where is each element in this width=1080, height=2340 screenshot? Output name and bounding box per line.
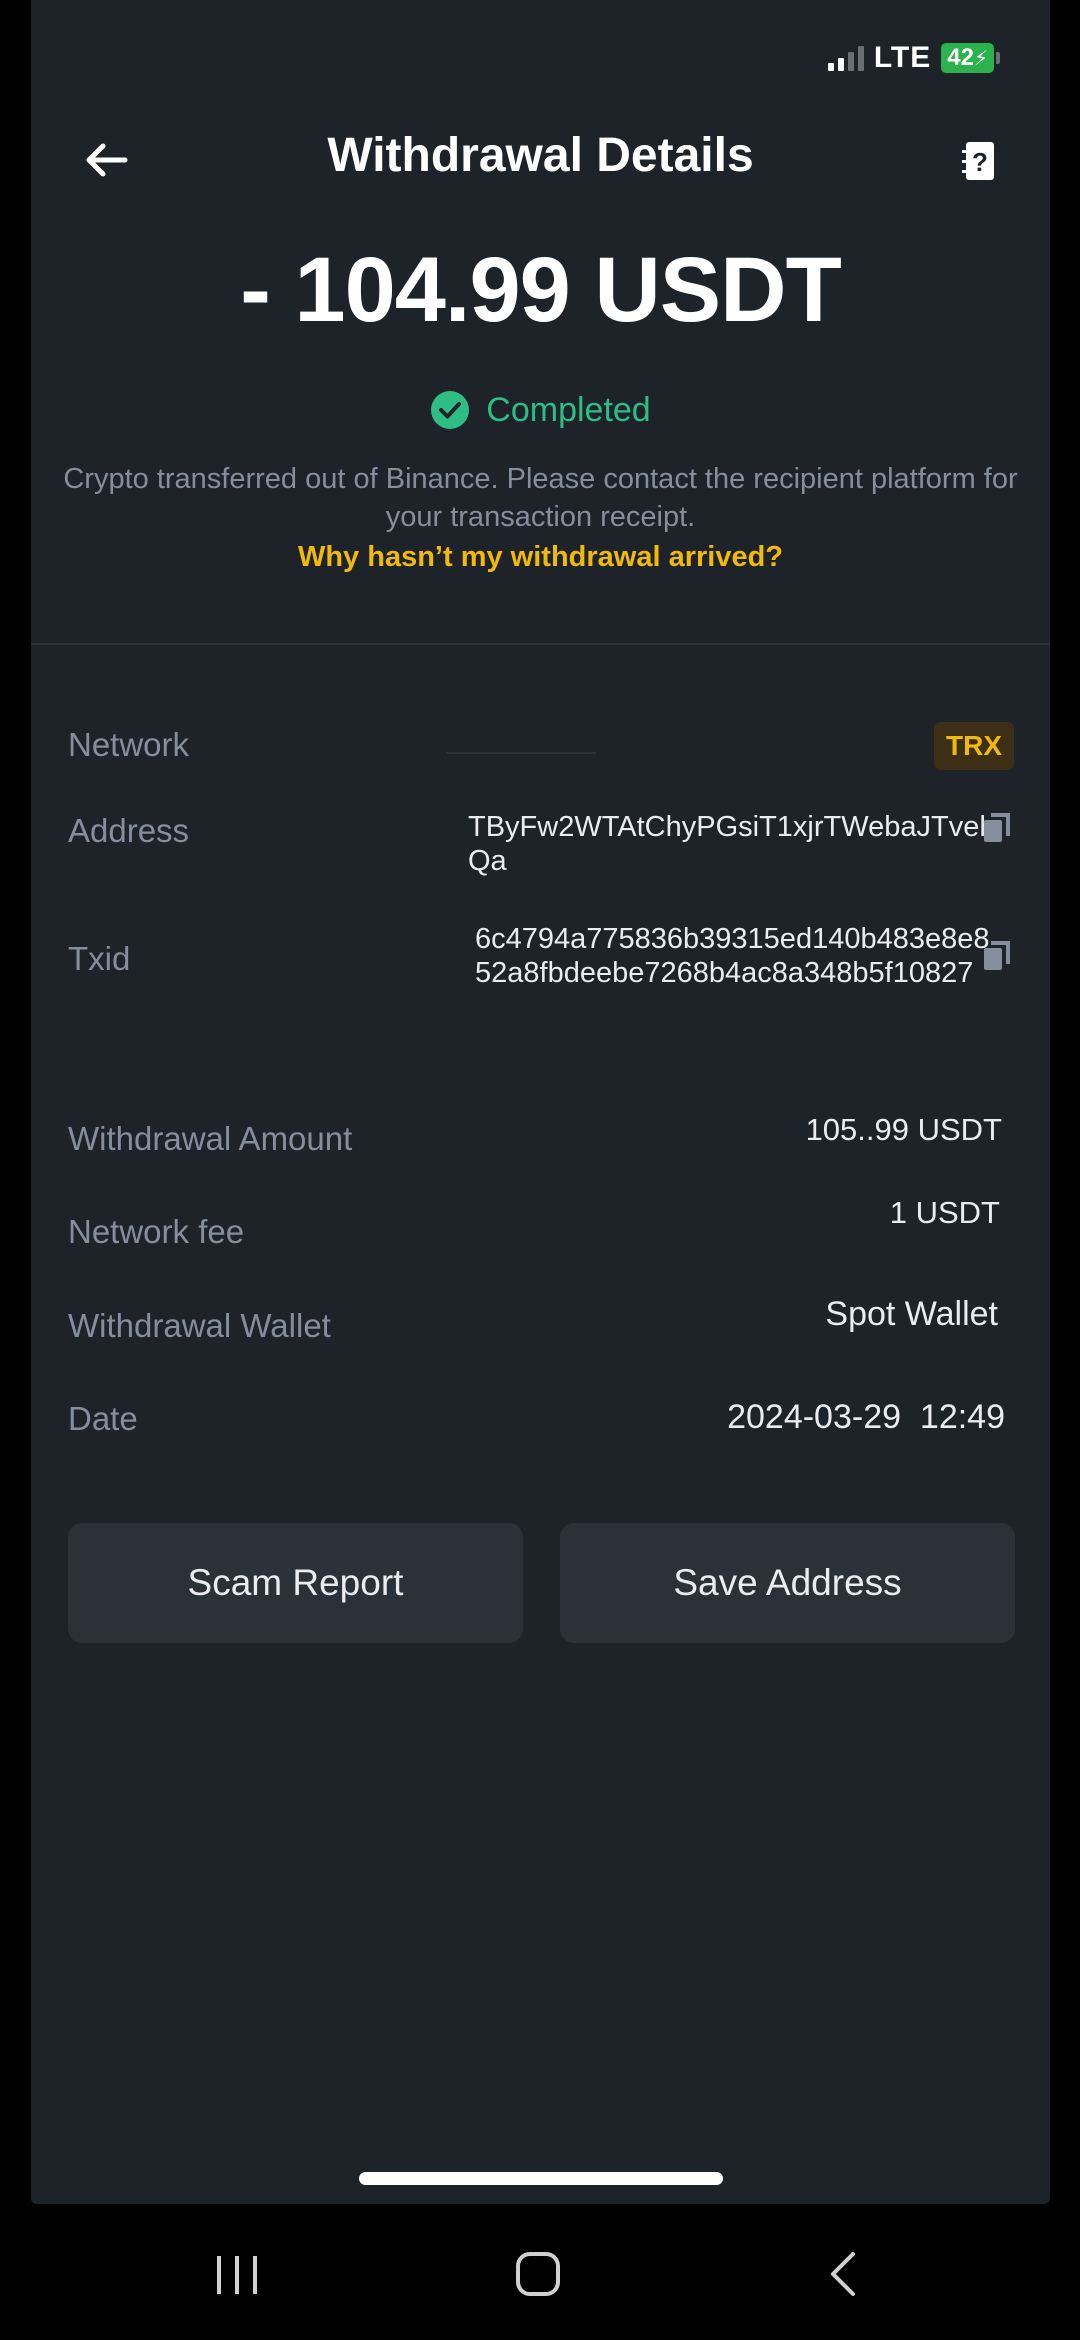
battery-level: 42 bbox=[947, 44, 974, 71]
network-divider bbox=[446, 752, 596, 754]
copy-address-button[interactable] bbox=[982, 812, 1012, 844]
withdrawal-amount-heading: - 104.99 USDT bbox=[240, 239, 842, 341]
recent-apps-icon bbox=[217, 2256, 257, 2294]
network-badge: TRX bbox=[934, 722, 1014, 770]
home-indicator[interactable] bbox=[359, 2172, 723, 2185]
address-value: TByFw2WTAtChyPGsiT1xjrTWebaJTvehQa bbox=[468, 811, 996, 877]
status-bar: LTE 42⚡ bbox=[827, 38, 1000, 78]
scam-report-button[interactable]: Scam Report bbox=[68, 1523, 523, 1643]
header: Withdrawal Details ? bbox=[31, 120, 1050, 200]
back-nav-button[interactable] bbox=[803, 2244, 883, 2304]
network-fee-value: 1 USDT bbox=[889, 1195, 1000, 1230]
info-text: Crypto transferred out of Binance. Pleas… bbox=[63, 463, 1018, 533]
network-type: LTE bbox=[873, 41, 932, 74]
svg-text:?: ? bbox=[972, 147, 988, 177]
system-navigation-bar bbox=[0, 2204, 1080, 2340]
copy-icon bbox=[984, 813, 1010, 842]
txid-value: 6c4794a775836b39315ed140b483e8e852a8fbde… bbox=[475, 923, 990, 989]
status-text: Completed bbox=[486, 390, 651, 429]
txid-label: Txid bbox=[68, 940, 131, 977]
withdrawal-wallet-label: Withdrawal Wallet bbox=[68, 1307, 331, 1344]
network-label: Network bbox=[68, 726, 190, 763]
recent-apps-button[interactable] bbox=[197, 2244, 277, 2304]
withdrawal-amount-label: Withdrawal Amount bbox=[68, 1120, 353, 1157]
network-fee-label: Network fee bbox=[68, 1213, 245, 1250]
help-document-icon: ? bbox=[962, 142, 994, 180]
home-button[interactable] bbox=[498, 2244, 578, 2304]
address-label: Address bbox=[68, 812, 190, 849]
chevron-left-icon bbox=[831, 2252, 855, 2296]
date-value: 2024-03-29 12:49 bbox=[727, 1398, 1005, 1436]
page-title: Withdrawal Details bbox=[327, 129, 754, 182]
status-indicator: Completed bbox=[31, 390, 1050, 430]
withdrawal-wallet-value: Spot Wallet bbox=[825, 1295, 998, 1333]
divider bbox=[31, 643, 1050, 645]
withdrawal-help-link[interactable]: Why hasn’t my withdrawal arrived? bbox=[31, 541, 1050, 574]
check-circle-icon bbox=[431, 391, 470, 429]
signal-icon bbox=[827, 45, 864, 71]
battery-icon: 42⚡ bbox=[941, 43, 1000, 73]
copy-icon bbox=[984, 941, 1010, 970]
copy-txid-button[interactable] bbox=[982, 940, 1012, 972]
save-address-button[interactable]: Save Address bbox=[560, 1523, 1015, 1643]
withdrawal-details-screen: LTE 42⚡ Withdrawal Details ? - 104.99 US… bbox=[31, 0, 1050, 2204]
date-label: Date bbox=[68, 1400, 138, 1437]
help-button[interactable]: ? bbox=[960, 140, 998, 182]
withdrawal-amount-value: 105..99 USDT bbox=[805, 1112, 1002, 1147]
home-icon bbox=[516, 2252, 560, 2296]
